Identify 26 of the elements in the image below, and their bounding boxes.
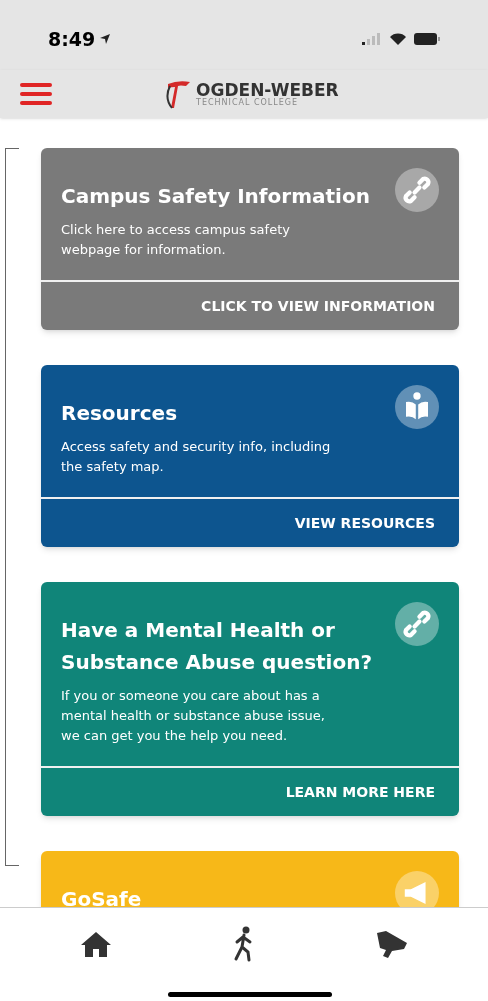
info-card[interactable]: Resources Access safety and security info, including the safety map. VIEW RESOURCES (41, 365, 459, 547)
card-action-link[interactable]: LEARN MORE HERE (285, 781, 435, 803)
link-icon (395, 168, 439, 212)
status-time: 8:49 (48, 26, 96, 52)
info-card[interactable]: Campus Safety Information Click here to access campus safety webpage for information. CLICK TO VIEW INFORMATION (41, 148, 459, 330)
wifi-icon (390, 33, 406, 45)
logo-text: OGDEN-WEBER (196, 81, 339, 99)
location-arrow-icon (99, 33, 112, 45)
link-icon (395, 602, 439, 646)
logo-icon (164, 78, 192, 110)
card-action-link[interactable]: CLICK TO VIEW INFORMATION (201, 295, 435, 317)
card-title: Resources (61, 400, 179, 427)
menu-button[interactable] (20, 83, 52, 105)
card-description: If you or someone you care about has a mental health or substance abuse issue, we can get you the help you need. (61, 687, 326, 745)
battery-icon (414, 33, 440, 45)
book-icon (395, 385, 439, 429)
home-icon (80, 930, 112, 958)
card-description: Click here to access campus safety webpage for information. (61, 221, 291, 259)
card-action-link[interactable]: VIEW RESOURCES (294, 512, 435, 534)
signal-icon (362, 33, 382, 45)
info-card[interactable]: Have a Mental Health or Substance Abuse question? If you or someone you care about has a mental health or substance abuse issue, we can get you the help you need. LEARN MORE HERE (41, 582, 459, 816)
logo-subtext: TECHNICAL COLLEGE (196, 98, 300, 107)
card-title: GoSafe (61, 886, 142, 907)
card-title: Campus Safety Information (61, 183, 371, 210)
card-title: Have a Mental Health or Substance Abuse question? (61, 617, 374, 676)
card-description: Access safety and security info, including the safety map. (61, 438, 332, 476)
